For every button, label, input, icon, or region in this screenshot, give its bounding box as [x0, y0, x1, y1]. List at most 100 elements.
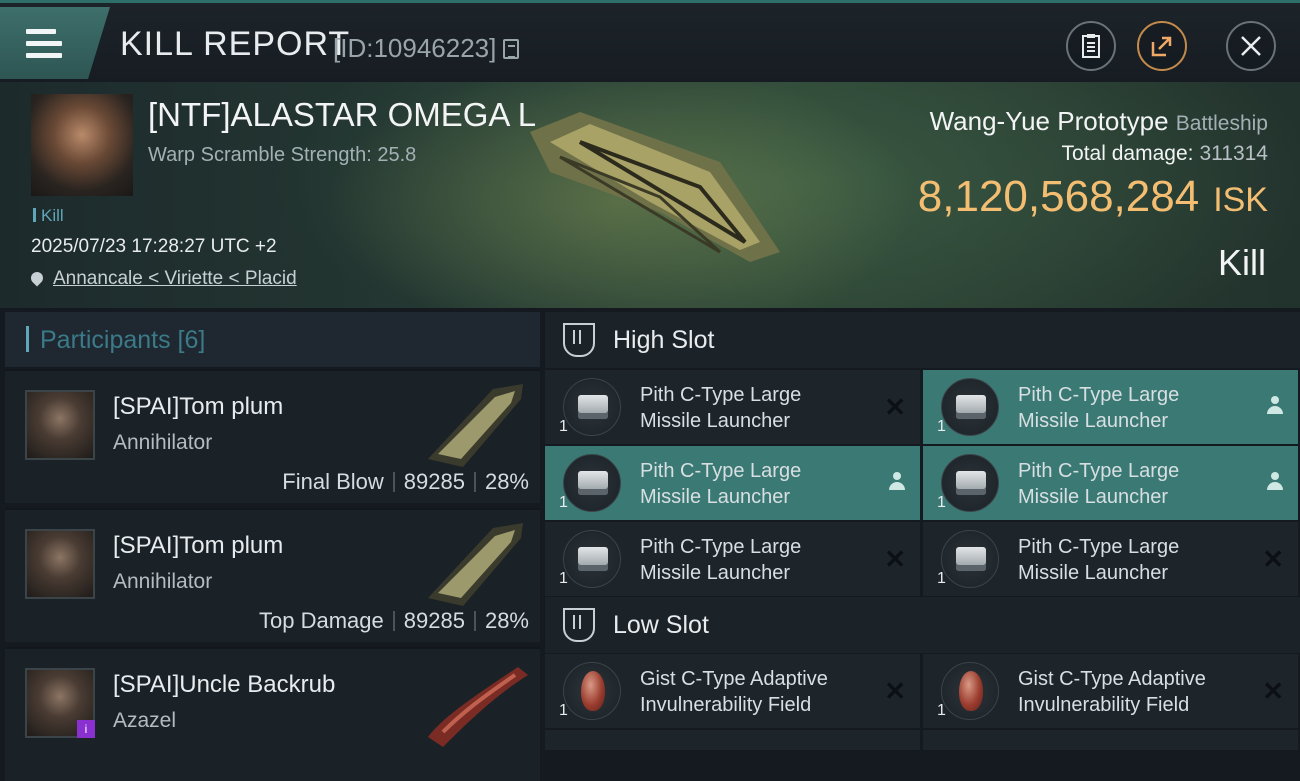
location-link[interactable]: Annancale < Viriette < Placid [53, 268, 297, 289]
section-marker [26, 326, 29, 352]
low-slot-header: Low Slot [545, 597, 1300, 653]
ship-name[interactable]: Wang-Yue Prototype [930, 106, 1169, 136]
destroyed-icon: ✕ [1262, 544, 1284, 574]
module-quantity: 1 [559, 702, 568, 719]
module-tile[interactable]: 1 Pith C-Type Large Missile Launcher [545, 446, 920, 520]
module-quantity: 1 [559, 494, 568, 511]
kill-result: Kill [1217, 242, 1266, 283]
isk-value: 8,120,568,284 ISK [918, 172, 1268, 222]
dropped-person-icon [888, 472, 906, 492]
destroyed-icon: ✕ [884, 676, 906, 706]
module-tile[interactable]: 1 Pith C-Type Large Missile Launcher ✕ [923, 522, 1298, 596]
page-title: KILL REPORT [120, 25, 351, 63]
high-slot-header: High Slot [545, 312, 1300, 368]
participant-ship-image [428, 384, 523, 467]
victim-ship-type: Wang-Yue Prototype Battleship [930, 106, 1268, 137]
module-tile[interactable]: 1 Gist C-Type Adaptive Invulnerability Fi… [923, 654, 1298, 728]
participant-role: Top Damage [259, 608, 384, 633]
missile-launcher-icon [563, 378, 621, 436]
isk-amount: 8,120,568,284 [917, 172, 1200, 221]
missile-launcher-icon [563, 454, 621, 512]
high-slot-label: High Slot [613, 326, 715, 354]
location-pin-icon [28, 269, 46, 287]
participants-header[interactable]: Participants [6] [5, 312, 540, 367]
missile-launcher-icon [941, 378, 999, 436]
menu-icon [26, 29, 62, 59]
share-button[interactable] [1137, 21, 1187, 71]
participant-percent: 28% [484, 608, 529, 633]
participant-name: [SPAI]Uncle Backrub [113, 671, 336, 698]
missile-launcher-icon [941, 530, 999, 588]
participant-percent: 28% [484, 469, 529, 494]
victim-ship-image [530, 112, 780, 262]
missile-launcher-icon [563, 530, 621, 588]
participant-role: Final Blow [282, 469, 384, 494]
dropped-person-icon [1266, 396, 1284, 416]
high-slot-icon [563, 323, 595, 357]
module-quantity: 1 [559, 418, 568, 435]
participant-ship: Azazel [113, 709, 177, 732]
module-name: Pith C-Type Large Missile Launcher [1018, 536, 1180, 584]
module-tile[interactable] [545, 730, 920, 750]
participant-row[interactable]: i [SPAI]Uncle Backrub Azazel [5, 647, 540, 781]
low-slot-label: Low Slot [613, 611, 709, 639]
kill-tag: Kill [33, 206, 64, 226]
kill-id: [ID:10946223] [333, 33, 497, 63]
share-icon [1151, 36, 1172, 57]
participant-name: [SPAI]Tom plum [113, 393, 284, 420]
module-name: Gist C-Type Adaptive Invulnerability Fiel… [1018, 668, 1206, 716]
shield-module-icon [563, 662, 621, 720]
module-name: Pith C-Type Large Missile Launcher [640, 384, 802, 432]
copy-icon[interactable] [503, 39, 519, 59]
module-quantity: 1 [937, 702, 946, 719]
avatar[interactable]: i [25, 668, 95, 738]
kill-datetime: 2025/07/23 17:28:27 UTC +2 [31, 236, 277, 257]
clipboard-button[interactable] [1066, 21, 1116, 71]
dropped-person-icon [1266, 472, 1284, 492]
shield-module-icon [941, 662, 999, 720]
module-tile[interactable]: 1 Gist C-Type Adaptive Invulnerability Fi… [545, 654, 920, 728]
participant-name: [SPAI]Tom plum [113, 532, 284, 559]
participants-panel: Participants [6] [SPAI]Tom plum Annihila… [5, 312, 540, 781]
participant-row[interactable]: [SPAI]Tom plum Annihilator Top Damage 892… [5, 508, 540, 642]
module-quantity: 1 [937, 418, 946, 435]
kill-location: Annancale < Viriette < Placid [28, 268, 297, 290]
warp-scramble-strength: Warp Scramble Strength: 25.8 [148, 144, 417, 166]
avatar[interactable] [25, 529, 95, 599]
participant-ship-image [428, 523, 523, 606]
victim-panel: [NTF]ALASTAR OMEGA L Warp Scramble Stren… [0, 82, 1300, 308]
destroyed-icon: ✕ [884, 544, 906, 574]
victim-portrait[interactable] [31, 94, 133, 196]
module-name: Gist C-Type Adaptive Invulnerability Fiel… [640, 668, 828, 716]
participant-damage: 89285 [403, 469, 465, 494]
module-tile[interactable]: 1 Pith C-Type Large Missile Launcher ✕ [545, 370, 920, 444]
total-damage: Total damage: 311314 [1062, 142, 1268, 166]
isk-unit: ISK [1213, 181, 1268, 219]
participants-title: Participants [6] [40, 326, 206, 354]
module-tile[interactable] [923, 730, 1298, 750]
victim-name[interactable]: [NTF]ALASTAR OMEGA L [148, 96, 536, 134]
participant-stats: Top Damage 89285 28% [259, 608, 529, 634]
module-tile[interactable]: 1 Pith C-Type Large Missile Launcher [923, 446, 1298, 520]
module-name: Pith C-Type Large Missile Launcher [640, 460, 802, 508]
low-slot-icon [563, 608, 595, 642]
module-quantity: 1 [937, 494, 946, 511]
module-tile[interactable]: 1 Pith C-Type Large Missile Launcher [923, 370, 1298, 444]
close-button[interactable] [1226, 21, 1276, 71]
module-name: Pith C-Type Large Missile Launcher [640, 536, 802, 584]
header-bar: KILL REPORT [ID:10946223] [0, 0, 1300, 85]
participant-row[interactable]: [SPAI]Tom plum Annihilator Final Blow 892… [5, 369, 540, 503]
total-damage-label: Total damage: [1061, 142, 1194, 165]
avatar[interactable] [25, 390, 95, 460]
participant-damage: 89285 [403, 608, 465, 633]
ship-class: Battleship [1175, 112, 1268, 135]
fitting-panel: High Slot 1 Pith C-Type Large Missile Lau… [545, 312, 1300, 750]
menu-button[interactable] [0, 7, 110, 79]
module-quantity: 1 [937, 570, 946, 587]
clipboard-icon [1082, 34, 1100, 58]
participant-ship-image [428, 667, 528, 747]
module-tile[interactable]: 1 Pith C-Type Large Missile Launcher ✕ [545, 522, 920, 596]
participant-ship: Annihilator [113, 570, 213, 593]
missile-launcher-icon [941, 454, 999, 512]
destroyed-icon: ✕ [884, 392, 906, 422]
